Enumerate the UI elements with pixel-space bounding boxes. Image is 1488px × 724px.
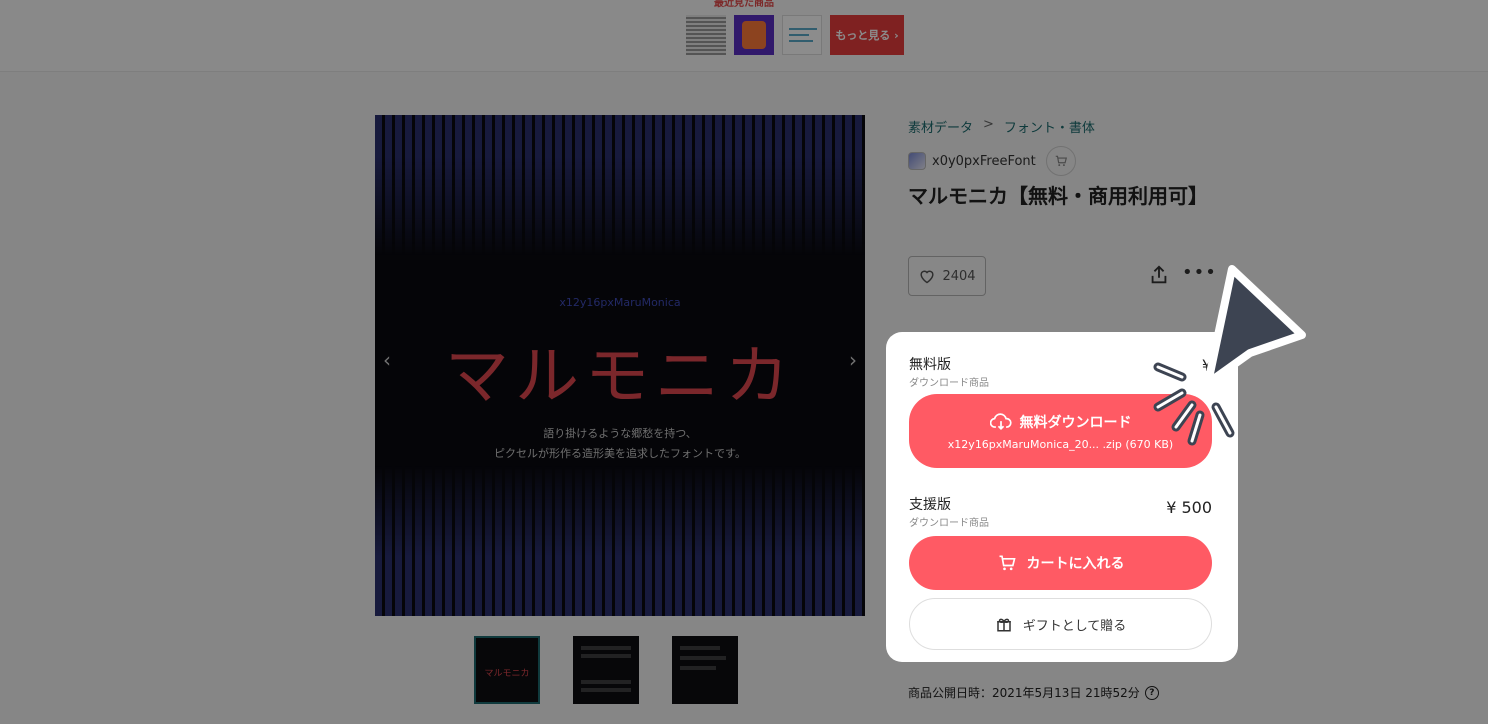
seller-avatar[interactable] <box>908 152 926 170</box>
image-thumbnail[interactable] <box>573 636 639 704</box>
image-subtitle: x12y16pxMaruMonica <box>559 296 681 309</box>
recent-item-thumbnail[interactable] <box>686 15 726 55</box>
like-count: 2404 <box>942 268 976 284</box>
image-thumbnail[interactable]: マルモニカ <box>474 636 540 704</box>
image-title: マルモニカ <box>445 340 795 414</box>
publish-date-text: 商品公開日時：2021年5月13日 21時52分 <box>908 686 1140 700</box>
product-title: マルモニカ【無料・商用利用可】 <box>908 184 1208 208</box>
plan-name-free: 無料版 <box>909 357 951 373</box>
see-more-button[interactable]: もっと見る › <box>830 15 904 55</box>
free-download-button[interactable]: 無料ダウンロード x12y16pxMaruMonica_20... .zip (… <box>909 394 1212 468</box>
seller-name[interactable]: x0y0pxFreeFont <box>932 154 1036 169</box>
recent-item-thumbnail[interactable] <box>734 15 774 55</box>
prev-image-arrow-icon[interactable]: ‹ <box>383 348 391 372</box>
publish-date: 商品公開日時：2021年5月13日 21時52分 ? <box>908 684 1159 701</box>
product-main-image[interactable]: x12y16pxMaruMonica マルモニカ 語り掛けるような郷愁を持つ、 … <box>375 115 865 616</box>
image-description: 語り掛けるような郷愁を持つ、 <box>543 427 697 440</box>
cloud-download-icon <box>989 413 1012 430</box>
recent-item-thumbnail[interactable] <box>782 15 822 55</box>
plan-type-support: ダウンロード商品 <box>909 518 989 529</box>
like-button[interactable]: 2404 <box>908 256 986 296</box>
recently-viewed-label: 最近見た商品 <box>714 0 774 9</box>
breadcrumb: 素材データ > フォント・書体 <box>908 117 1095 136</box>
breadcrumb-subcategory-link[interactable]: フォント・書体 <box>1004 117 1095 136</box>
heart-icon <box>920 270 934 284</box>
cart-icon <box>999 555 1016 571</box>
help-icon[interactable]: ? <box>1144 685 1159 700</box>
thumbnail-title: マルモニカ <box>484 669 530 679</box>
plan-name-support: 支援版 <box>909 497 951 513</box>
gift-icon <box>996 618 1011 632</box>
breadcrumb-separator: > <box>983 117 994 132</box>
shop-cart-button[interactable] <box>1045 146 1076 176</box>
cart-label: カートに入れる <box>1026 556 1125 572</box>
seller-info: x0y0pxFreeFont <box>908 146 1076 176</box>
image-pattern <box>375 466 865 616</box>
next-image-arrow-icon[interactable]: › <box>849 348 857 372</box>
more-icon[interactable]: ••• <box>1182 262 1217 283</box>
plan-price-support: ¥ 500 <box>1166 498 1212 517</box>
image-thumbnail[interactable] <box>672 636 738 704</box>
add-to-cart-button[interactable]: カートに入れる <box>909 536 1212 590</box>
recently-viewed-strip: 最近見た商品 もっと見る › <box>0 0 1488 72</box>
download-file-info: x12y16pxMaruMonica_20... .zip (670 KB) <box>947 438 1174 451</box>
send-as-gift-button[interactable]: ギフトとして贈る <box>909 598 1212 650</box>
gift-label: ギフトとして贈る <box>1022 618 1127 634</box>
share-icon[interactable] <box>1148 264 1170 286</box>
cart-icon <box>1055 155 1067 167</box>
download-label: 無料ダウンロード <box>1019 415 1132 431</box>
breadcrumb-category-link[interactable]: 素材データ <box>908 117 973 136</box>
purchase-card: 無料版 ダウンロード商品 ¥ 無料ダウンロード x12y16pxMaruMoni… <box>886 332 1238 662</box>
plan-price-free: ¥ <box>1201 356 1212 375</box>
plan-type-free: ダウンロード商品 <box>909 378 989 389</box>
image-pattern <box>375 115 865 255</box>
image-description: ピクセルが形作る造形美を追求したフォントです。 <box>494 447 746 460</box>
